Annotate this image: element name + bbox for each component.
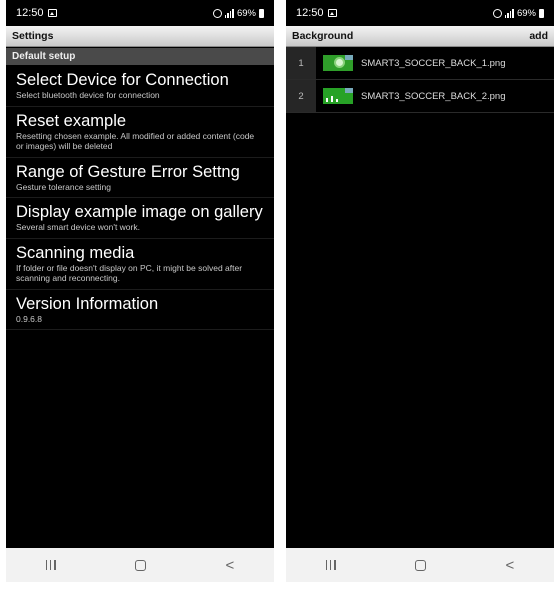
setting-subtitle: Several smart device won't work. — [16, 222, 140, 232]
list-item[interactable]: 2 SMART3_SOCCER_BACK_2.png — [286, 80, 554, 113]
battery-percent: 69% — [236, 7, 256, 19]
setting-subtitle: Select bluetooth device for connection — [16, 90, 160, 100]
title-bar: Settings — [6, 26, 274, 47]
thumbnail-image — [323, 55, 353, 71]
signal-icon — [224, 8, 234, 18]
setting-subtitle: 0.9.6.8 — [16, 313, 42, 324]
home-icon[interactable] — [415, 559, 427, 571]
alarm-icon — [212, 8, 222, 18]
page-title: Settings — [12, 30, 54, 42]
settings-list: Select Device for Connection Select blue… — [6, 66, 274, 330]
back-icon[interactable]: < — [226, 558, 235, 573]
item-index: 2 — [286, 80, 316, 112]
setting-title: Select Device for Connection — [16, 71, 229, 89]
setting-subtitle: Resetting chosen example. All modified o… — [16, 130, 255, 152]
section-header-label: Default setup — [12, 51, 76, 62]
navigation-bar: < — [286, 548, 554, 582]
alarm-icon — [492, 8, 502, 18]
setting-title: Display example image on gallery — [16, 203, 263, 221]
file-name: SMART3_SOCCER_BACK_2.png — [361, 90, 506, 102]
status-time: 12:50 — [296, 7, 324, 19]
home-icon[interactable] — [135, 559, 147, 571]
setting-gesture-error[interactable]: Range of Gesture Error Settng Gesture to… — [6, 158, 274, 198]
section-header: Default setup — [6, 48, 274, 65]
status-time: 12:50 — [16, 7, 44, 19]
setting-display-gallery[interactable]: Display example image on gallery Several… — [6, 198, 274, 239]
page-title: Background — [292, 30, 354, 42]
setting-scanning-media[interactable]: Scanning media If folder or file doesn't… — [6, 239, 274, 290]
recent-apps-icon[interactable] — [45, 560, 56, 570]
setting-version-info[interactable]: Version Information 0.9.6.8 — [6, 290, 274, 330]
setting-subtitle: If folder or file doesn't display on PC,… — [16, 262, 243, 284]
setting-title: Reset example — [16, 111, 127, 130]
background-screen: 12:50 69% Background add 1 SMART3_SOCCER… — [286, 0, 554, 582]
list-item[interactable]: 1 SMART3_SOCCER_BACK_1.png — [286, 47, 554, 80]
thumbnail-image — [323, 88, 353, 104]
title-bar: Background add — [286, 26, 554, 47]
battery-icon — [259, 8, 264, 18]
setting-title: Range of Gesture Error Settng — [16, 162, 240, 181]
battery-icon — [539, 8, 544, 18]
settings-screen: 12:50 69% Settings Default setup Select … — [6, 0, 274, 582]
status-bar: 12:50 69% — [286, 0, 554, 26]
image-notification-icon — [327, 9, 337, 17]
add-button[interactable]: add — [529, 30, 548, 42]
item-index: 1 — [286, 47, 316, 79]
setting-title: Version Information — [16, 294, 159, 313]
back-icon[interactable]: < — [506, 558, 515, 573]
setting-title: Scanning media — [16, 243, 135, 262]
setting-select-device[interactable]: Select Device for Connection Select blue… — [6, 66, 274, 107]
signal-icon — [504, 8, 514, 18]
setting-reset-example[interactable]: Reset example Resetting chosen example. … — [6, 107, 274, 158]
recent-apps-icon[interactable] — [325, 560, 336, 570]
battery-percent: 69% — [516, 7, 536, 19]
image-notification-icon — [47, 9, 57, 17]
setting-subtitle: Gesture tolerance setting — [16, 181, 111, 192]
file-name: SMART3_SOCCER_BACK_1.png — [361, 57, 506, 69]
status-bar: 12:50 69% — [6, 0, 274, 26]
navigation-bar: < — [6, 548, 274, 582]
background-list: 1 SMART3_SOCCER_BACK_1.png 2 SMART3_SOCC… — [286, 47, 554, 113]
